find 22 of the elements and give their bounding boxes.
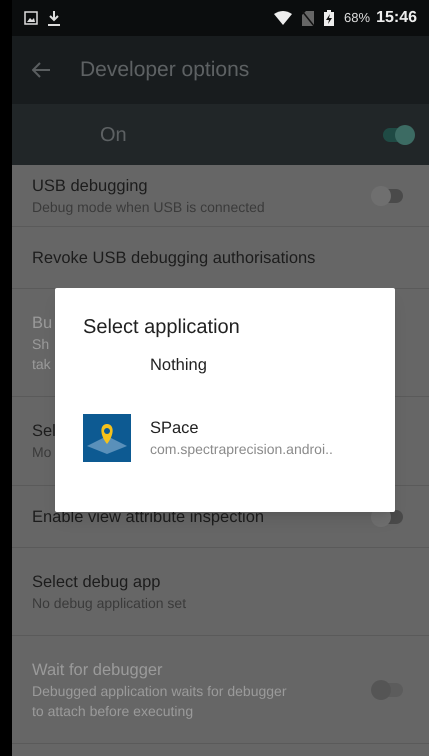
battery-charging-icon	[324, 10, 334, 26]
image-icon	[24, 11, 38, 25]
toolbar-title: Developer options	[80, 57, 250, 84]
nothing-option[interactable]: Nothing	[83, 354, 367, 376]
dialog-title: Select application	[83, 315, 241, 340]
master-switch-bar[interactable]: On	[12, 104, 429, 165]
wifi-icon	[274, 11, 292, 25]
app-icon	[83, 414, 131, 462]
app-name: SPace	[150, 418, 200, 439]
setting-title: Sel	[32, 421, 56, 442]
setting-title: Select debug app	[32, 572, 160, 592]
app-package: com.spectraprecision.androi..	[150, 440, 333, 459]
app-option[interactable]: SPace com.spectraprecision.androi..	[83, 414, 367, 462]
setting-title: USB debugging	[32, 176, 148, 196]
battery-percentage: 68%	[344, 9, 370, 28]
clock-time: 15:46	[376, 8, 417, 28]
setting-title: Enable view attribute inspection	[32, 506, 264, 528]
no-sim-icon	[302, 10, 314, 26]
back-arrow-icon[interactable]	[32, 62, 50, 78]
setting-title: Revoke USB debugging authorisations	[32, 248, 316, 268]
master-switch-label: On	[100, 122, 128, 148]
download-icon	[48, 10, 60, 26]
